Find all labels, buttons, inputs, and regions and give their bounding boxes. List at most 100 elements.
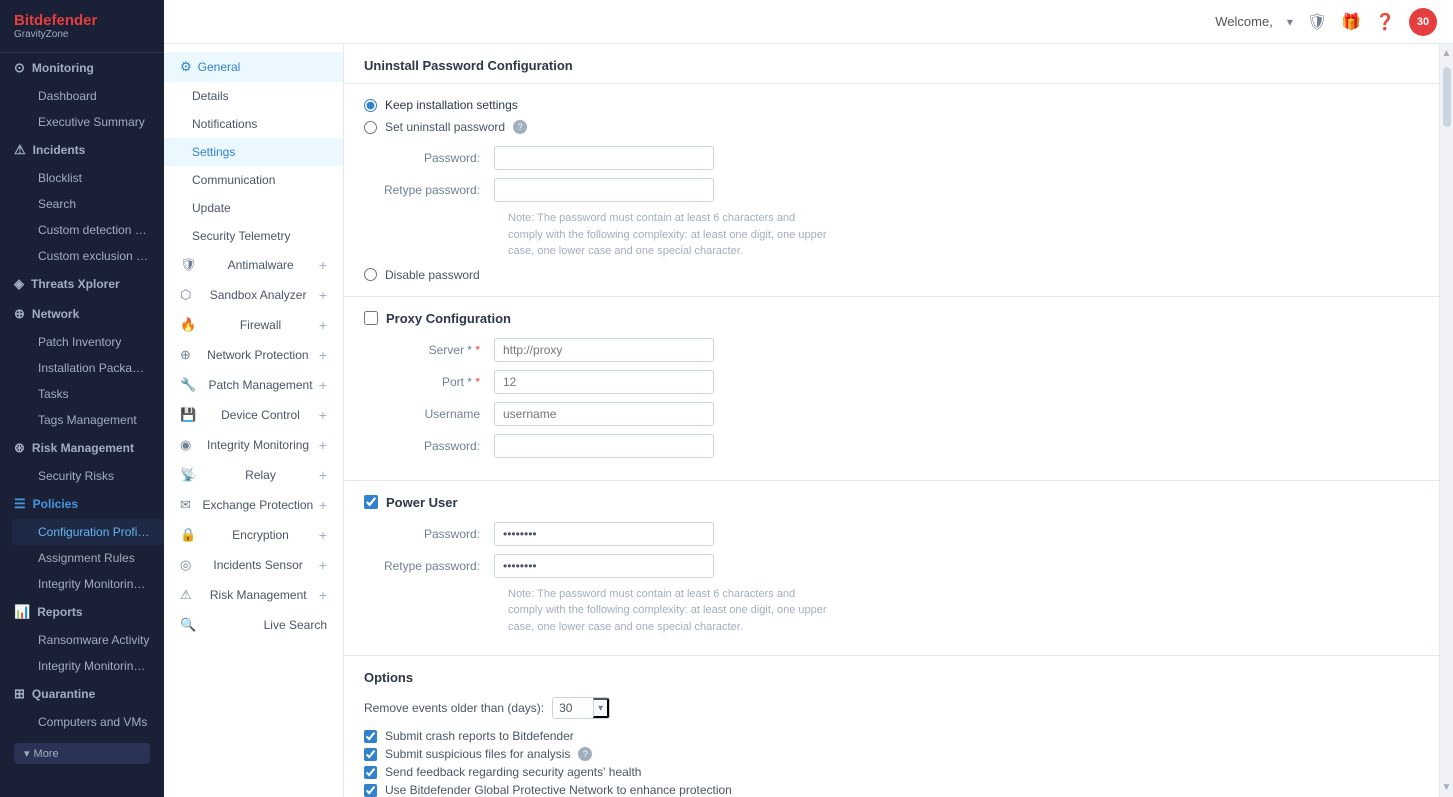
nav-group-sandbox[interactable]: ⬡ Sandbox Analyzer + xyxy=(164,280,343,310)
remove-events-input[interactable] xyxy=(553,698,593,718)
expand-encryption-icon[interactable]: + xyxy=(319,527,327,543)
sidebar-item-assignment-rules[interactable]: Assignment Rules xyxy=(12,545,164,571)
gift-icon[interactable]: 🎁 xyxy=(1341,12,1361,32)
scroll-down-arrow[interactable]: ▼ xyxy=(1438,778,1453,797)
sidebar-group-risk[interactable]: ⊛ Risk Management xyxy=(0,433,164,463)
shield-icon[interactable]: 🛡 xyxy=(1307,12,1327,32)
nav-group-network-protection[interactable]: ⊕ Network Protection + xyxy=(164,340,343,370)
sidebar-item-executive-summary[interactable]: Executive Summary xyxy=(12,109,164,135)
sidebar-item-custom-detection[interactable]: Custom detection rules xyxy=(12,217,164,243)
expand-device-control-icon[interactable]: + xyxy=(319,407,327,423)
nav-group-incidents-sensor[interactable]: ◎ Incidents Sensor + xyxy=(164,550,343,580)
sidebar-group-quarantine[interactable]: ⊞ Quarantine xyxy=(0,679,164,709)
proxy-password-field: Password: xyxy=(364,434,1419,458)
sidebar-group-reports[interactable]: 📊 Reports xyxy=(0,597,164,627)
proxy-checkbox[interactable] xyxy=(364,311,378,325)
more-button[interactable]: ▾ More xyxy=(14,743,150,764)
radio-keep-input[interactable] xyxy=(364,99,377,112)
nav-communication[interactable]: Communication xyxy=(164,166,343,194)
proxy-username-input[interactable] xyxy=(494,402,714,426)
sidebar-group-incidents[interactable]: ⚠ Incidents xyxy=(0,135,164,165)
nav-group-risk-management[interactable]: ⚠ Risk Management + xyxy=(164,580,343,610)
avatar[interactable]: 30 xyxy=(1409,8,1437,36)
password-input[interactable] xyxy=(494,146,714,170)
nav-notifications[interactable]: Notifications xyxy=(164,110,343,138)
sidebar-item-integrity-monitoring-rules[interactable]: Integrity Monitoring Rules xyxy=(12,571,164,597)
sidebar-item-configuration-profiles[interactable]: Configuration Profiles xyxy=(12,519,164,545)
expand-sandbox-icon[interactable]: + xyxy=(319,287,327,303)
sidebar-group-monitoring[interactable]: ⊙ Monitoring xyxy=(0,53,164,83)
nav-group-patch-management[interactable]: 🔧 Patch Management + xyxy=(164,370,343,400)
monitoring-icon: ⊙ xyxy=(14,60,25,76)
sidebar-group-network[interactable]: ⊕ Network xyxy=(0,299,164,329)
nav-update-label: Update xyxy=(192,201,231,215)
scroll-up-arrow[interactable]: ▲ xyxy=(1438,44,1453,63)
power-user-retype-label: Retype password: xyxy=(364,559,494,573)
radio-set-input[interactable] xyxy=(364,121,377,134)
sidebar-item-dashboard[interactable]: Dashboard xyxy=(12,83,164,109)
retype-password-input[interactable] xyxy=(494,178,714,202)
nav-group-firewall[interactable]: 🔥 Firewall + xyxy=(164,310,343,340)
suspicious-files-checkbox[interactable] xyxy=(364,748,377,761)
expand-integrity-icon[interactable]: + xyxy=(319,437,327,453)
radio-keep-installation[interactable]: Keep installation settings xyxy=(364,98,1419,112)
suspicious-files-info-icon[interactable]: ? xyxy=(578,747,592,761)
power-user-retype-input[interactable] xyxy=(494,554,714,578)
scrollbar-thumb[interactable] xyxy=(1443,67,1451,127)
nav-general[interactable]: ⚙ General xyxy=(164,52,343,82)
expand-relay-icon[interactable]: + xyxy=(319,467,327,483)
proxy-server-input[interactable] xyxy=(494,338,714,362)
nav-group-live-search[interactable]: 🔍 Live Search xyxy=(164,610,343,640)
expand-antimalware-icon[interactable]: + xyxy=(319,257,327,273)
sidebar-group-threats[interactable]: ◈ Threats Xplorer xyxy=(0,269,164,299)
sidebar-item-tags-management[interactable]: Tags Management xyxy=(12,407,164,433)
expand-patch-mgmt-icon[interactable]: + xyxy=(319,377,327,393)
sidebar-item-blocklist[interactable]: Blocklist xyxy=(12,165,164,191)
nav-group-patch-management-label: Patch Management xyxy=(208,378,312,392)
power-user-checkbox[interactable] xyxy=(364,495,378,509)
expand-incidents-sensor-icon[interactable]: + xyxy=(319,557,327,573)
nav-update[interactable]: Update xyxy=(164,194,343,222)
set-uninstall-info-icon[interactable]: ? xyxy=(513,120,527,134)
scrollbar[interactable]: ▲ ▼ xyxy=(1439,44,1453,797)
password-note: Note: The password must contain at least… xyxy=(508,210,828,260)
expand-network-prot-icon[interactable]: + xyxy=(319,347,327,363)
dropdown-arrow[interactable]: ▾ xyxy=(1287,15,1293,29)
proxy-port-input[interactable] xyxy=(494,370,714,394)
global-network-checkbox[interactable] xyxy=(364,784,377,797)
nav-group-encryption[interactable]: 🔒 Encryption + xyxy=(164,520,343,550)
sidebar-group-label-incidents: Incidents xyxy=(33,143,86,157)
nav-group-exchange[interactable]: ✉ Exchange Protection + xyxy=(164,490,343,520)
sidebar-item-custom-exclusion[interactable]: Custom exclusion rules xyxy=(12,243,164,269)
sidebar-item-security-risks[interactable]: Security Risks xyxy=(12,463,164,489)
expand-risk-mgmt-icon[interactable]: + xyxy=(319,587,327,603)
expand-exchange-icon[interactable]: + xyxy=(319,497,327,513)
sidebar-item-installation-packages[interactable]: Installation Packages xyxy=(12,355,164,381)
encryption-icon: 🔒 xyxy=(180,527,196,543)
nav-settings[interactable]: Settings xyxy=(164,138,343,166)
expand-firewall-icon[interactable]: + xyxy=(319,317,327,333)
sidebar-item-search[interactable]: Search xyxy=(12,191,164,217)
sidebar-group-policies[interactable]: ☰ Policies xyxy=(0,489,164,519)
sidebar-item-computers-vms[interactable]: Computers and VMs xyxy=(12,709,164,735)
nav-group-relay[interactable]: 📡 Relay + xyxy=(164,460,343,490)
nav-group-antimalware[interactable]: 🛡 Antimalware + xyxy=(164,250,343,280)
incidents-items: Blocklist Search Custom detection rules … xyxy=(0,165,164,269)
radio-disable-input[interactable] xyxy=(364,268,377,281)
nav-group-device-control[interactable]: 💾 Device Control + xyxy=(164,400,343,430)
crash-reports-checkbox[interactable] xyxy=(364,730,377,743)
sidebar-item-tasks[interactable]: Tasks xyxy=(12,381,164,407)
feedback-checkbox[interactable] xyxy=(364,766,377,779)
spinner-down-button[interactable]: ▾ xyxy=(593,698,609,718)
sidebar-item-integrity-events[interactable]: Integrity Monitoring Events xyxy=(12,653,164,679)
sidebar-item-ransomware[interactable]: Ransomware Activity xyxy=(12,627,164,653)
nav-security-telemetry[interactable]: Security Telemetry xyxy=(164,222,343,250)
power-user-password-input[interactable] xyxy=(494,522,714,546)
sidebar-item-patch-inventory[interactable]: Patch Inventory xyxy=(12,329,164,355)
nav-details[interactable]: Details xyxy=(164,82,343,110)
radio-set-uninstall[interactable]: Set uninstall password ? xyxy=(364,120,1419,134)
radio-disable[interactable]: Disable password xyxy=(364,268,1419,282)
proxy-password-input[interactable] xyxy=(494,434,714,458)
nav-group-integrity[interactable]: ◉ Integrity Monitoring + xyxy=(164,430,343,460)
help-icon[interactable]: ❓ xyxy=(1375,12,1395,32)
